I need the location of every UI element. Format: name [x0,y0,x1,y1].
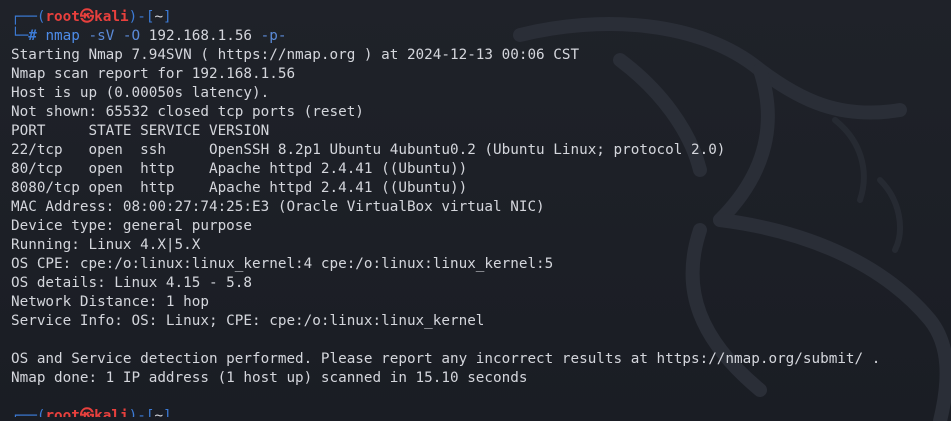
output-line: MAC Address: 08:00:27:74:25:E3 (Oracle V… [11,199,545,215]
output-line: Device type: general purpose [11,218,253,234]
port-table-row: 80/tcp open http Apache httpd 2.4.41 ((U… [11,161,468,177]
command-line: └─# nmap -sV -O 192.168.1.56 -p- [11,27,951,46]
command-program: nmap [45,28,80,44]
output-line: Starting Nmap 7.94SVN ( https://nmap.org… [11,47,580,63]
port-table-row: 22/tcp open ssh OpenSSH 8.2p1 Ubuntu 4ub… [11,142,726,158]
output-line: OS details: Linux 4.15 - 5.8 [11,275,253,291]
next-prompt-host: kali [94,408,129,417]
output-blank-line [11,388,951,407]
output-line: OS and Service detection performed. Plea… [11,351,881,367]
next-prompt-bracket-close: ] [163,408,172,417]
next-prompt-at-symbol: ㉿ [79,408,95,417]
command-arg-p: -p- [260,28,287,44]
prompt-frame-bottom: └─ [11,28,29,44]
prompt-symbol: # [28,28,37,44]
output-line: Running: Linux 4.X|5.X [11,237,201,253]
terminal-window[interactable]: ┌──(root㉿kali)-[~] └─# nmap -sV -O 192.1… [0,0,951,421]
command-arg-sv: -sV [88,28,115,44]
next-prompt-line: ┌──(root㉿kali)-[~] [11,407,951,417]
next-prompt-separator: )-[ [128,408,155,417]
output-line: Network Distance: 1 hop [11,294,209,310]
output-blank-line [11,331,951,350]
output-line: Nmap scan report for 192.168.1.56 [11,66,296,82]
command-arg-o: -O [122,28,141,44]
output-line: OS CPE: cpe:/o:linux:linux_kernel:4 cpe:… [11,256,554,272]
prompt-line: ┌──(root㉿kali)-[~] [11,8,951,27]
prompt-bracket-close: ] [163,9,172,25]
prompt-cwd: ~ [154,9,164,25]
output-line: Service Info: OS: Linux; CPE: cpe:/o:lin… [11,313,485,329]
prompt-separator: )-[ [128,9,155,25]
terminal-output: ┌──(root㉿kali)-[~] └─# nmap -sV -O 192.1… [11,8,951,417]
next-prompt-cwd: ~ [154,408,164,417]
next-prompt-frame: ┌──( [11,408,46,417]
port-table-header: PORT STATE SERVICE VERSION [11,123,270,139]
prompt-host: kali [94,9,129,25]
prompt-user: root [45,9,80,25]
output-line: Not shown: 65532 closed tcp ports (reset… [11,104,364,120]
next-prompt-user: root [45,408,80,417]
port-table-row: 8080/tcp open http Apache httpd 2.4.41 (… [11,180,468,196]
command-target: 192.168.1.56 [148,28,253,44]
output-line: Host is up (0.00050s latency). [11,85,270,101]
prompt-frame-top: ┌──( [11,9,46,25]
output-line: Nmap done: 1 IP address (1 host up) scan… [11,370,528,386]
prompt-at-symbol: ㉿ [79,9,95,25]
